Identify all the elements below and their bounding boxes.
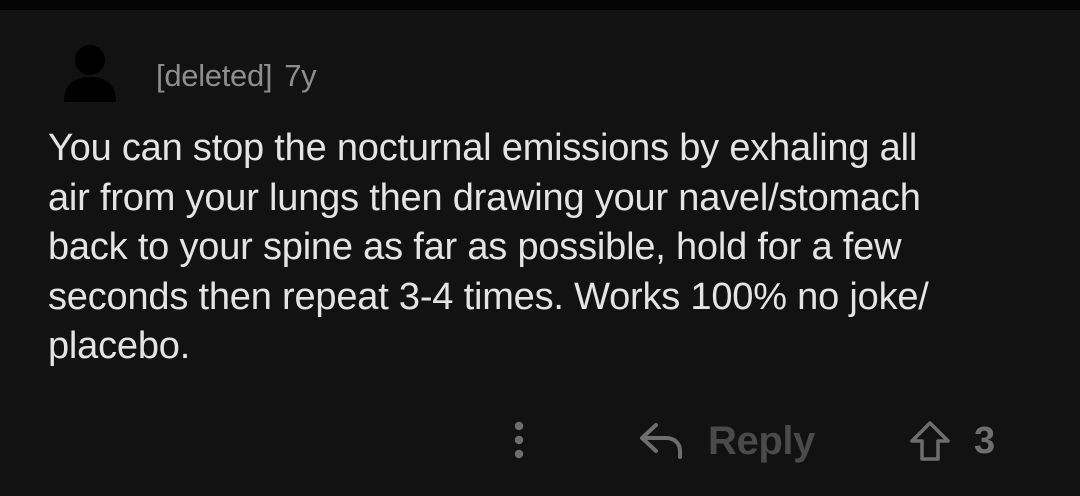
reply-label: Reply — [708, 418, 815, 463]
top-divider — [0, 0, 1080, 10]
comment-meta: [deleted] 7y — [156, 58, 317, 94]
upvote-button[interactable]: 3 — [908, 413, 995, 469]
comment-actions: Reply 3 — [0, 405, 1080, 477]
vertical-ellipsis-icon — [514, 421, 524, 459]
avatar[interactable] — [62, 44, 118, 102]
upvote-arrow-icon — [910, 421, 950, 461]
person-silhouette-icon — [64, 45, 116, 102]
reply-arrow-icon — [640, 423, 682, 459]
reply-button[interactable]: Reply — [638, 413, 815, 469]
more-options-button[interactable] — [503, 415, 535, 465]
comment-author[interactable]: [deleted] — [156, 58, 273, 94]
comment-card: [deleted] 7y You can stop the nocturnal … — [0, 10, 1080, 496]
vote-count: 3 — [974, 419, 996, 462]
comment-age: 7y — [284, 58, 317, 93]
comment-body: You can stop the nocturnal emissions by … — [48, 127, 929, 367]
